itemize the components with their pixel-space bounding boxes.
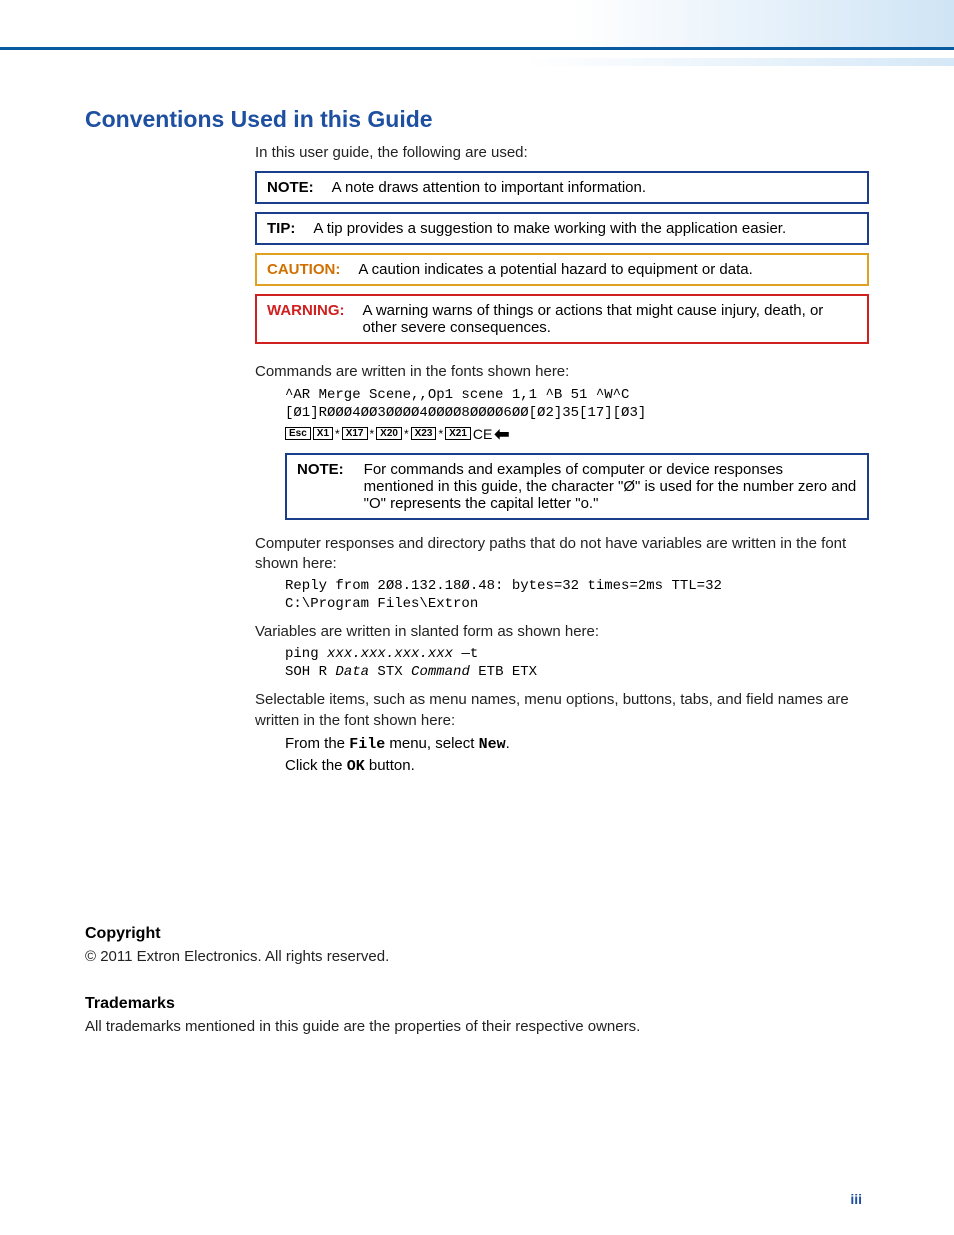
note-inner-text: For commands and examples of computer or… <box>364 461 857 512</box>
asterisk: * <box>438 427 443 441</box>
note-text: A note draws attention to important info… <box>332 179 857 196</box>
tip-label: TIP: <box>267 220 295 237</box>
ping-suffix: —t <box>453 646 478 662</box>
response-intro: Computer responses and directory paths t… <box>255 534 869 575</box>
file-menu-label: File <box>349 736 385 753</box>
header-bar <box>0 0 954 50</box>
key-x23: X23 <box>411 427 437 440</box>
warning-text: A warning warns of things or actions tha… <box>363 302 858 336</box>
select-line-1: From the File menu, select New. <box>285 735 869 753</box>
select-1a: From the <box>285 735 349 752</box>
note-label: NOTE: <box>267 179 314 196</box>
select-2a: Click the <box>285 757 347 774</box>
asterisk: * <box>404 427 409 441</box>
key-x1: X1 <box>313 427 333 440</box>
copyright-text: © 2011 Extron Electronics. All rights re… <box>85 947 869 967</box>
ping-cmd: ping <box>285 646 327 662</box>
select-line-2: Click the OK button. <box>285 757 869 775</box>
copyright-heading: Copyright <box>85 925 869 943</box>
key-row: Esc X1 * X17 * X20 * X23 * X21 CE ⬅ <box>285 425 869 443</box>
select-2c: button. <box>365 757 415 774</box>
trademarks-heading: Trademarks <box>85 995 869 1013</box>
asterisk: * <box>335 427 340 441</box>
tip-callout: TIP: A tip provides a suggestion to make… <box>255 212 869 245</box>
caution-callout: CAUTION: A caution indicates a potential… <box>255 253 869 286</box>
soh-pre: SOH R <box>285 664 335 680</box>
intro-text: In this user guide, the following are us… <box>255 143 869 163</box>
page-number: iii <box>850 1191 862 1207</box>
select-1e: . <box>506 735 510 752</box>
key-x20: X20 <box>376 427 402 440</box>
key-x21: X21 <box>445 427 471 440</box>
vars-line-1: ping xxx.xxx.xxx.xxx —t <box>285 646 869 662</box>
asterisk: * <box>370 427 375 441</box>
tip-text: A tip provides a suggestion to make work… <box>313 220 857 237</box>
vars-line-2: SOH R Data STX Command ETB ETX <box>285 664 869 680</box>
enter-arrow-icon: ⬅ <box>494 425 509 443</box>
trademarks-text: All trademarks mentioned in this guide a… <box>85 1017 869 1037</box>
cmd-line-2: [Ø1]RØØØ4ØØ3ØØØØ4ØØØØ8ØØØØ6ØØ[Ø2]35[17][… <box>285 405 869 421</box>
commands-intro: Commands are written in the fonts shown … <box>255 362 869 382</box>
page-title: Conventions Used in this Guide <box>85 106 869 133</box>
select-intro: Selectable items, such as menu names, me… <box>255 690 869 731</box>
command-var: Command <box>411 664 470 680</box>
resp-line-1: Reply from 2Ø8.132.18Ø.48: bytes=32 time… <box>285 578 869 594</box>
ping-var: xxx.xxx.xxx.xxx <box>327 646 453 662</box>
etb-post: ETB ETX <box>470 664 537 680</box>
stx-mid: STX <box>369 664 411 680</box>
new-option-label: New <box>479 736 506 753</box>
caution-label: CAUTION: <box>267 261 340 278</box>
vars-intro: Variables are written in slanted form as… <box>255 622 869 642</box>
cmd-line-1: ^AR Merge Scene,,Op1 scene 1,1 ^B 51 ^W^… <box>285 387 869 403</box>
resp-line-2: C:\Program Files\Extron <box>285 596 869 612</box>
note-inner-label: NOTE: <box>297 461 344 512</box>
caution-text: A caution indicates a potential hazard t… <box>358 261 857 278</box>
warning-label: WARNING: <box>267 302 345 319</box>
note-callout: NOTE: A note draws attention to importan… <box>255 171 869 204</box>
note-inner-callout: NOTE: For commands and examples of compu… <box>285 453 869 520</box>
key-esc: Esc <box>285 427 311 440</box>
select-1c: menu, select <box>385 735 478 752</box>
ok-button-label: OK <box>347 758 365 775</box>
key-x17: X17 <box>342 427 368 440</box>
gradient-band <box>0 58 954 66</box>
ce-text: CE <box>473 426 492 442</box>
warning-callout: WARNING: A warning warns of things or ac… <box>255 294 869 344</box>
data-var: Data <box>335 664 369 680</box>
